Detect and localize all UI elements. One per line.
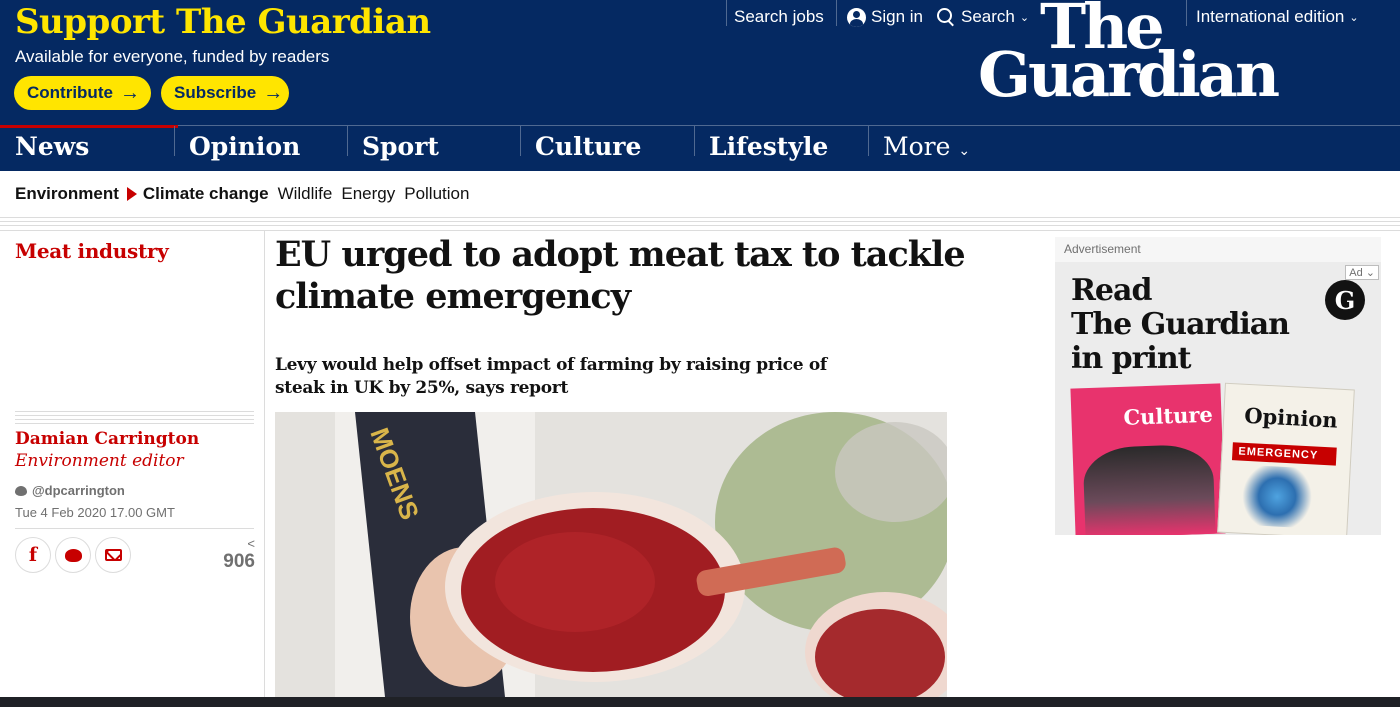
ad-title-line: Read [1071, 273, 1152, 308]
bottom-bar [0, 697, 1400, 707]
divider [0, 221, 1400, 222]
support-title: Support The Guardian [15, 2, 431, 42]
article-meta-column: Meat industry Damian Carrington Environm… [0, 231, 265, 697]
nav-item-culture[interactable]: Culture [520, 126, 697, 171]
cover-illustration [1240, 464, 1314, 529]
opinion-magazine-cover: Opinion EMERGENCY [1217, 382, 1355, 535]
culture-magazine-cover: Culture [1070, 383, 1226, 535]
nav-item-lifestyle[interactable]: Lifestyle [694, 126, 871, 171]
user-icon [847, 7, 866, 27]
advertisement-slot: Advertisement Ad ⌄ Read The Guardian in … [1055, 237, 1381, 535]
twitter-label: @dpcarrington [32, 483, 125, 498]
share-count-value: 906 [223, 551, 255, 572]
ad-badge-label: Ad [1349, 267, 1363, 279]
twitter-handle[interactable]: @dpcarrington [15, 483, 125, 498]
nav-label: Sport [362, 132, 439, 161]
logo-line-2: Guardian [978, 38, 1280, 111]
ad-badge[interactable]: Ad ⌄ [1345, 265, 1379, 280]
divider [0, 217, 1400, 218]
nav-label: More [883, 132, 951, 161]
sub-nav: Environment Climate change Wildlife Ener… [0, 171, 1400, 217]
divider [694, 126, 695, 156]
dateline: Tue 4 Feb 2020 17.00 GMT [15, 505, 175, 520]
share-twitter-button[interactable] [55, 537, 91, 573]
divider [0, 225, 1400, 226]
arrow-right-icon: → [263, 82, 284, 104]
share-icon: < [247, 536, 255, 551]
chevron-down-icon: ⌄ [958, 143, 971, 159]
steak-photo: MOENS [275, 412, 947, 697]
nav-label: Culture [535, 132, 642, 161]
share-count: < 906 [205, 537, 255, 573]
ad-label: Advertisement [1064, 242, 1141, 256]
header: Support The Guardian Available for every… [0, 0, 1400, 125]
article-main-image: MOENS [275, 412, 947, 697]
divider [836, 0, 837, 26]
ad-title: Read The Guardian in print [1071, 273, 1290, 376]
article-standfirst: Levy would help offset impact of farming… [275, 355, 827, 398]
chevron-down-icon: ⌄ [1019, 11, 1030, 24]
divider [520, 126, 521, 156]
divider [174, 126, 175, 156]
sign-in-label: Sign in [871, 7, 923, 26]
contribute-label: Contribute [27, 83, 113, 102]
ad-title-line: in print [1071, 341, 1191, 376]
subnav-link-energy[interactable]: Energy [341, 184, 395, 204]
article-headline: EU urged to adopt meat tax to tackle cli… [275, 234, 966, 317]
byline-role: Environment editor [15, 451, 184, 471]
nav-item-opinion[interactable]: Opinion [174, 126, 351, 171]
divider [1186, 0, 1187, 26]
subnav-pillar[interactable]: Environment [15, 184, 119, 204]
contribute-button[interactable]: Contribute → [14, 76, 151, 110]
divider [726, 0, 727, 26]
cover-illustration [1082, 443, 1216, 535]
share-email-button[interactable] [95, 537, 131, 573]
facebook-icon: f [28, 544, 38, 566]
byline-author[interactable]: Damian Carrington [15, 429, 199, 449]
divider [868, 126, 869, 156]
emergency-banner: EMERGENCY [1231, 442, 1337, 466]
guardian-roundel-icon: G [1325, 280, 1365, 320]
edition-label: International edition [1196, 7, 1345, 26]
nav-label: News [15, 132, 90, 161]
share-facebook-button[interactable]: f [15, 537, 51, 573]
search-icon [937, 8, 955, 26]
nav-label: Lifestyle [709, 132, 829, 161]
search-label: Search [961, 7, 1015, 26]
opinion-magazine-title: Opinion [1243, 402, 1339, 433]
divider [15, 528, 254, 529]
email-icon [104, 549, 122, 561]
culture-magazine-title: Culture [1123, 401, 1214, 430]
subscribe-button[interactable]: Subscribe → [161, 76, 289, 110]
twitter-icon [15, 485, 27, 496]
nav-label: Opinion [189, 132, 301, 161]
edition-selector[interactable]: International edition ⌄ [1196, 0, 1359, 34]
search-jobs-link[interactable]: Search jobs [734, 0, 824, 34]
twitter-icon [64, 548, 82, 562]
subnav-link-wildlife[interactable]: Wildlife [278, 184, 333, 204]
triangle-right-icon [126, 187, 137, 201]
subnav-link-pollution[interactable]: Pollution [404, 184, 469, 204]
chevron-down-icon: ⌄ [1365, 267, 1375, 279]
section-kicker[interactable]: Meat industry [15, 239, 169, 263]
subscribe-label: Subscribe [174, 83, 257, 102]
search-jobs-label: Search jobs [734, 7, 824, 26]
ad-creative[interactable]: Ad ⌄ Read The Guardian in print G Cultur… [1055, 262, 1381, 535]
nav-item-more[interactable]: More ⌄ [868, 126, 998, 171]
divider [15, 411, 254, 424]
sign-in-link[interactable]: Sign in [847, 0, 923, 34]
support-subtitle: Available for everyone, funded by reader… [15, 47, 330, 66]
subnav-current[interactable]: Climate change [143, 184, 269, 204]
nav-item-news[interactable]: News [0, 125, 178, 170]
divider [347, 126, 348, 156]
ad-title-line: The Guardian [1071, 307, 1290, 342]
chevron-down-icon: ⌄ [1349, 11, 1359, 24]
search-link[interactable]: Search ⌄ [937, 0, 1029, 34]
arrow-right-icon: → [119, 82, 140, 104]
main-nav: News Opinion Sport Culture Lifestyle Mor… [0, 125, 1400, 171]
nav-item-sport[interactable]: Sport [347, 126, 524, 171]
